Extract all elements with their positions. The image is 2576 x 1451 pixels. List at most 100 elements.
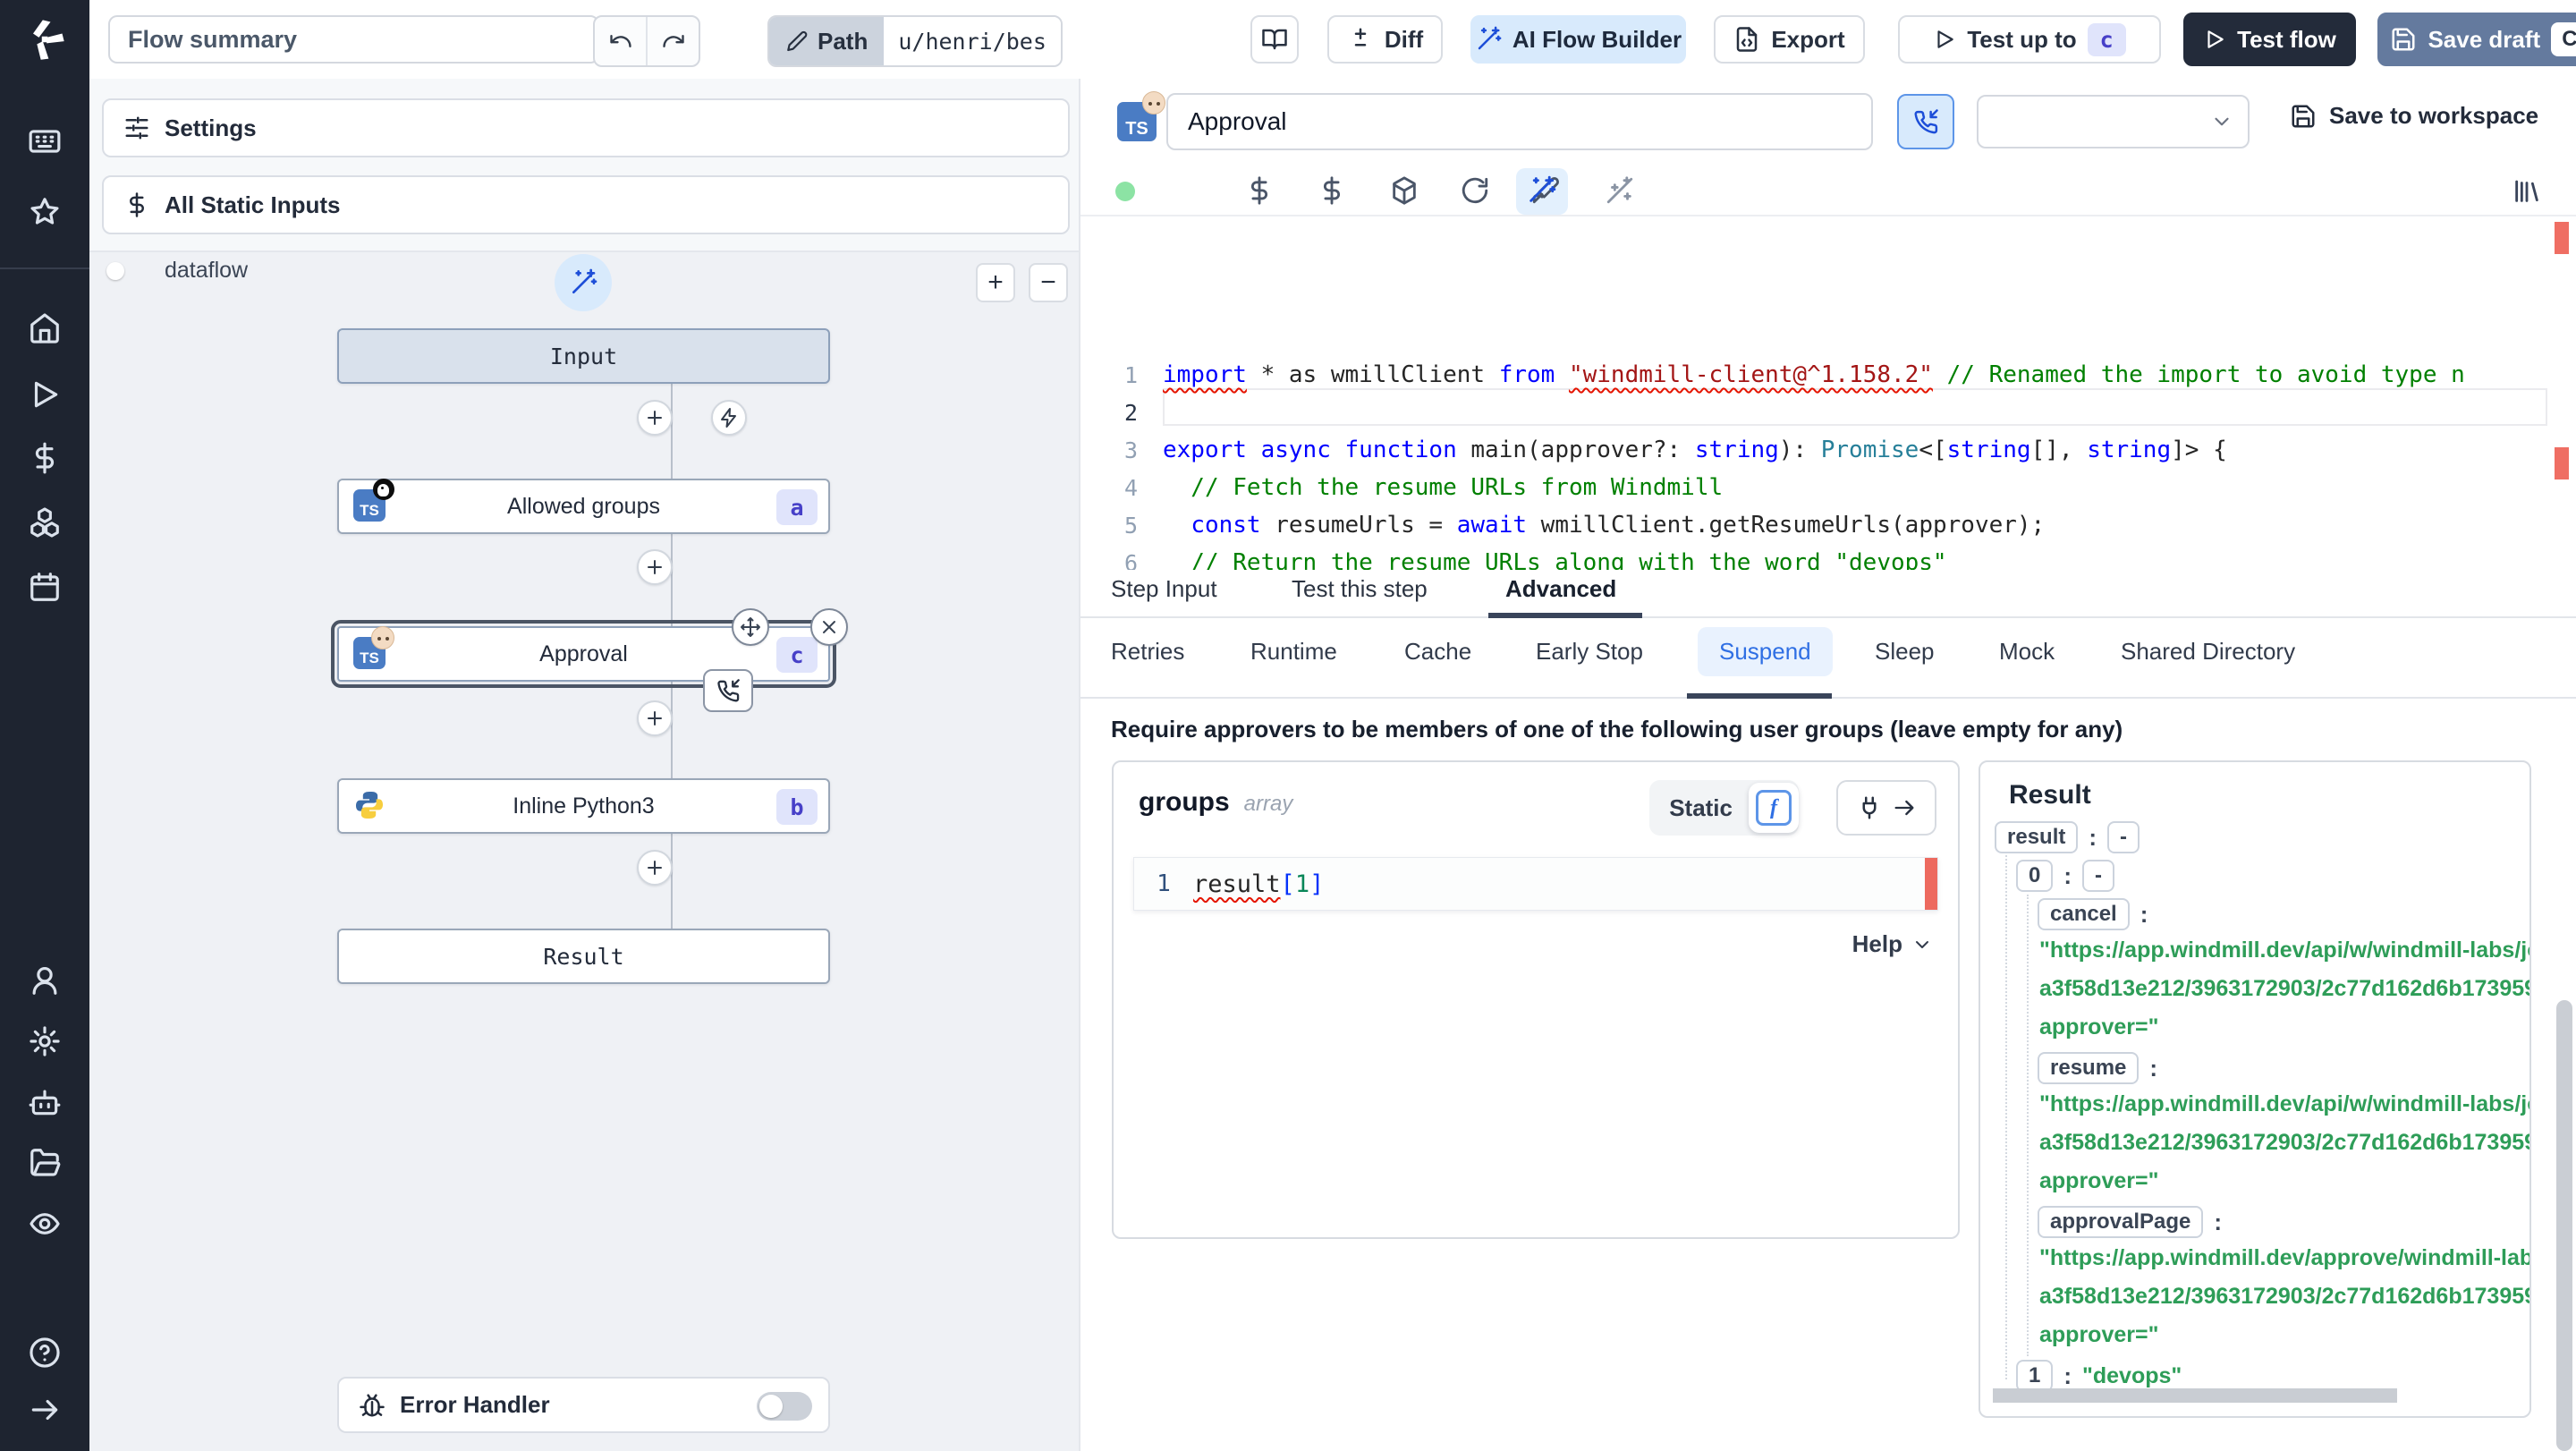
undo-button[interactable] [595, 17, 646, 65]
zoom-out-button[interactable]: − [1029, 263, 1068, 302]
redo-button[interactable] [646, 17, 699, 65]
edit-path-button[interactable]: Path [769, 17, 885, 65]
json-key[interactable]: cancel [2038, 898, 2130, 930]
zoom-in-button[interactable]: + [976, 263, 1015, 302]
apps-icon[interactable] [28, 124, 62, 158]
subtab-sleep[interactable]: Sleep [1875, 638, 1935, 666]
subtab-shared-directory[interactable]: Shared Directory [2121, 638, 2295, 666]
json-key[interactable]: approvalPage [2038, 1206, 2204, 1238]
zoom-in-label: + [987, 267, 1004, 297]
ai-assistant-wand-icon[interactable] [1526, 175, 1558, 208]
suspend-phone-button[interactable] [1897, 94, 1954, 149]
tab-test-this-step[interactable]: Test this step [1292, 575, 1428, 603]
move-step-button[interactable] [732, 608, 769, 646]
reload-icon[interactable] [1460, 175, 1492, 208]
flow-node-allowed-groups[interactable]: TS Allowed groups a [337, 479, 830, 534]
json-key[interactable]: result [1995, 821, 2079, 853]
ai-flow-builder-button[interactable]: AI Flow Builder [1470, 15, 1686, 64]
subtab-retries[interactable]: Retries [1111, 638, 1184, 666]
folders-icon[interactable] [28, 1146, 62, 1180]
library-icon[interactable] [2512, 175, 2544, 208]
help-icon[interactable] [28, 1336, 62, 1370]
ai-off-wand-icon[interactable] [1605, 175, 1637, 208]
windmill-logo-icon[interactable] [21, 16, 68, 63]
tab-advanced-active[interactable]: Advanced [1505, 575, 1616, 603]
path-value[interactable]: u/henri/bes [884, 17, 1061, 65]
horizontal-scrollbar[interactable] [1993, 1388, 2397, 1403]
flow-settings-button[interactable]: Settings [102, 98, 1070, 157]
save-draft-button[interactable]: Save draft C [2377, 13, 2576, 66]
package-icon[interactable] [1389, 175, 1421, 208]
error-handler-toggle[interactable] [757, 1392, 812, 1421]
add-trigger-button[interactable] [711, 400, 747, 436]
all-static-inputs-button[interactable]: All Static Inputs [102, 175, 1070, 234]
json-key[interactable]: resume [2038, 1052, 2140, 1084]
step-name-input[interactable] [1166, 93, 1873, 150]
resource-picker-icon[interactable] [1317, 175, 1349, 208]
json-value: "devops" [2082, 1362, 2182, 1388]
vertical-scrollbar[interactable] [2556, 1000, 2572, 1451]
line-number: 6 [1123, 549, 1138, 571]
ai-step-wand-button[interactable] [555, 254, 612, 311]
subtab-mock[interactable]: Mock [1999, 638, 2055, 666]
left-sidebar [0, 0, 89, 1451]
export-label: Export [1771, 25, 1845, 53]
bun-icon [1142, 91, 1165, 115]
step-editor-panel: TS Save to workspace 1impo [1080, 79, 2576, 1451]
diff-button[interactable]: Diff [1327, 15, 1443, 64]
subtab-runtime[interactable]: Runtime [1250, 638, 1337, 666]
subtab-cache[interactable]: Cache [1404, 638, 1471, 666]
collapse-button[interactable]: - [2107, 821, 2140, 853]
chevron-down-icon [2210, 110, 2233, 133]
flow-node-input[interactable]: Input [337, 328, 830, 384]
subtab-suspend-active[interactable]: Suspend [1698, 627, 1833, 676]
json-row-cancel[interactable]: cancel: [2038, 896, 2148, 932]
static-mode-toggle[interactable]: Static f [1649, 780, 1799, 836]
groups-expression-editor[interactable]: 1 result[1] [1133, 857, 1938, 911]
flow-node-result[interactable]: Result [337, 929, 830, 984]
suspend-phone-badge[interactable] [703, 669, 753, 712]
tab-step-input[interactable]: Step Input [1111, 575, 1217, 603]
json-row-result[interactable]: result: - [1995, 819, 2140, 855]
json-key[interactable]: 0 [2016, 860, 2054, 892]
json-row-resume[interactable]: resume: [2038, 1050, 2157, 1086]
error-handler-card[interactable]: Error Handler [337, 1377, 830, 1433]
subtab-early-stop[interactable]: Early Stop [1536, 638, 1643, 666]
javascript-mode-button[interactable]: f [1749, 783, 1799, 833]
flow-summary-input[interactable] [108, 15, 599, 64]
audit-logs-eye-icon[interactable] [28, 1207, 62, 1241]
user-icon[interactable] [28, 963, 62, 997]
docs-button[interactable] [1250, 15, 1299, 64]
add-step-button[interactable] [637, 700, 673, 736]
json-key[interactable]: 1 [2016, 1360, 2054, 1392]
resources-icon[interactable] [28, 505, 62, 539]
add-step-button[interactable] [637, 400, 673, 436]
flow-node-inline-python[interactable]: Inline Python3 b [337, 778, 830, 834]
help-toggle[interactable]: Help [1852, 930, 1933, 958]
export-button[interactable]: Export [1714, 15, 1865, 64]
error-marker [2555, 447, 2569, 479]
workers-bot-icon[interactable] [28, 1085, 62, 1119]
test-flow-button[interactable]: Test flow [2183, 13, 2356, 66]
schedules-icon[interactable] [28, 570, 62, 604]
json-row-0[interactable]: 0: - [2016, 858, 2115, 894]
approval-step-id: c [776, 637, 818, 673]
settings-gear-icon[interactable] [28, 1024, 62, 1058]
runs-icon[interactable] [28, 378, 62, 412]
variables-icon[interactable] [28, 441, 62, 475]
workspace-script-select[interactable] [1977, 95, 2250, 148]
expand-sidebar-icon[interactable] [28, 1393, 62, 1427]
add-step-button[interactable] [637, 549, 673, 585]
home-icon[interactable] [28, 311, 62, 345]
variable-picker-icon[interactable] [1244, 175, 1276, 208]
collapse-button[interactable]: - [2082, 860, 2115, 892]
delete-step-button[interactable] [810, 608, 848, 646]
connect-input-button[interactable] [1836, 780, 1936, 836]
json-row-approval-page[interactable]: approvalPage: [2038, 1204, 2222, 1240]
arrow-right-icon [1892, 795, 1917, 820]
add-step-button[interactable] [637, 850, 673, 886]
test-up-to-button[interactable]: Test up to c [1898, 15, 2161, 64]
code-editor[interactable]: 1 import * as wmillClient from "windmill-… [1080, 215, 2576, 570]
save-to-workspace-button[interactable]: Save to workspace [2290, 102, 2538, 130]
favorites-star-icon[interactable] [28, 195, 62, 229]
